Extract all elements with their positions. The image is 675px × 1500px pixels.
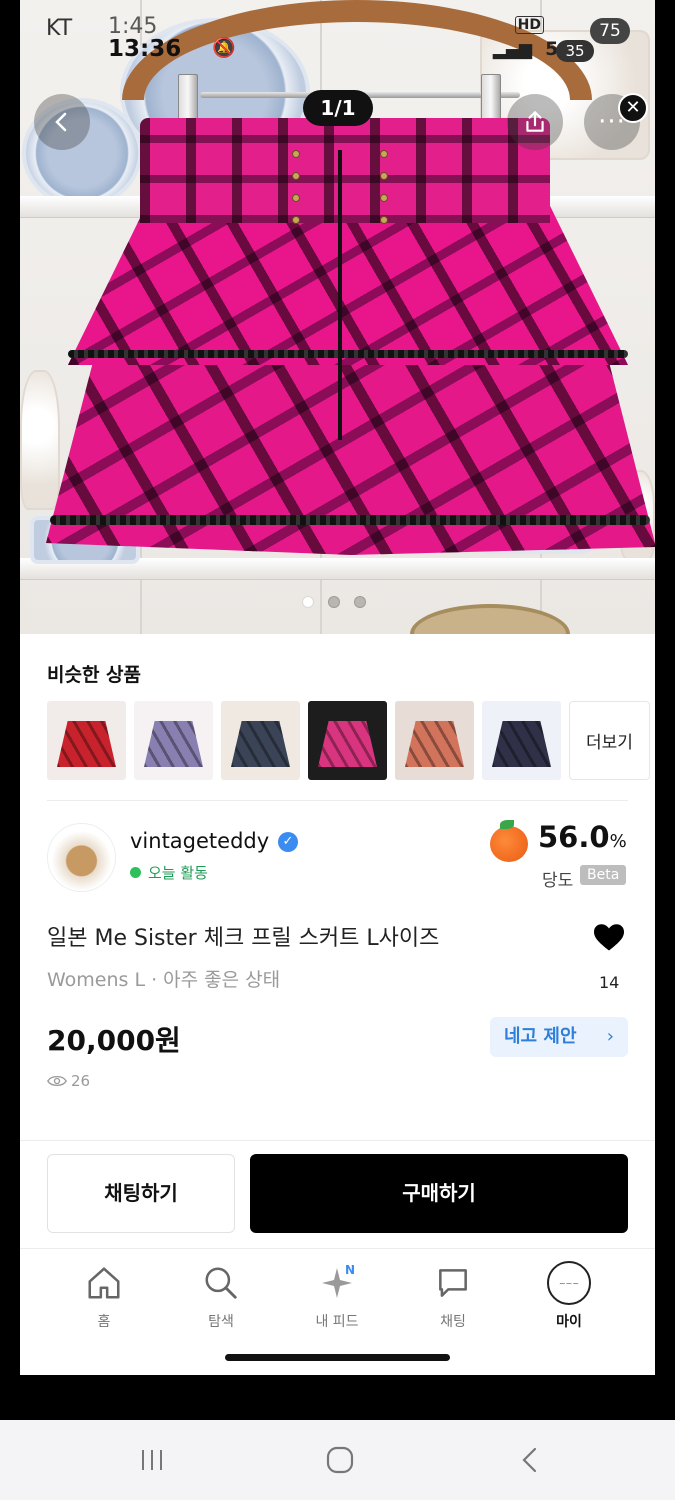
status-bar: KT 1:45 13:36 🔕 HD 5G ▂▄▆ 75 35 xyxy=(44,14,644,62)
view-count: 26 xyxy=(47,1072,90,1090)
skirt-bottom-tier xyxy=(46,355,655,555)
similar-products-list: 더보기 xyxy=(47,701,650,780)
seller-activity-label: 오늘 활동 xyxy=(148,864,208,882)
skirt-lace-tier xyxy=(68,350,628,358)
similar-product-thumb[interactable] xyxy=(308,701,387,780)
similar-products-title: 비슷한 상품 xyxy=(47,664,142,686)
grommet xyxy=(380,172,388,180)
skirt-waistband xyxy=(140,118,550,223)
product-image[interactable]: KT 1:45 13:36 🔕 HD 5G ▂▄▆ 75 35 1/1 ··· … xyxy=(20,0,655,634)
share-icon xyxy=(526,111,544,132)
recents-button[interactable] xyxy=(122,1440,182,1480)
mute-bell-icon: 🔕 xyxy=(212,37,236,59)
product-title: 일본 Me Sister 체크 프릴 스커트 L사이즈 xyxy=(47,926,440,951)
tab-chat-label: 채팅 xyxy=(440,1314,466,1330)
back-chevron-icon xyxy=(522,1447,537,1473)
grommet xyxy=(292,194,300,202)
decor-plate xyxy=(410,604,570,634)
image-pager-dots xyxy=(302,596,366,608)
grommet xyxy=(380,150,388,158)
tab-my-label: 마이 xyxy=(556,1314,582,1330)
product-detail-page: KT 1:45 13:36 🔕 HD 5G ▂▄▆ 75 35 1/1 ··· … xyxy=(20,0,655,1375)
recents-icon xyxy=(142,1450,162,1470)
seller-sweetness: 56.0% xyxy=(538,820,627,854)
tab-search-label: 탐색 xyxy=(208,1314,234,1330)
similar-more-button[interactable]: 더보기 xyxy=(569,701,650,780)
pager-dot[interactable] xyxy=(302,596,314,608)
search-icon xyxy=(205,1267,237,1299)
close-button[interactable]: ✕ xyxy=(618,93,648,123)
image-counter: 1/1 xyxy=(303,90,373,126)
buy-button[interactable]: 구매하기 xyxy=(250,1154,628,1233)
signal-icon: ▂▄▆ xyxy=(492,40,532,60)
chevron-right-icon: › xyxy=(606,1026,614,1047)
tab-feed-label: 내 피드 xyxy=(315,1314,359,1330)
grommet xyxy=(292,172,300,180)
online-dot-icon xyxy=(130,867,141,878)
similar-product-thumb[interactable] xyxy=(395,701,474,780)
chat-button[interactable]: 채팅하기 xyxy=(47,1154,235,1233)
similar-product-thumb[interactable] xyxy=(134,701,213,780)
grommet xyxy=(292,216,300,224)
heart-icon[interactable] xyxy=(591,919,627,955)
phone-screen: KT 1:45 13:36 🔕 HD 5G ▂▄▆ 75 35 1/1 ··· … xyxy=(0,0,675,1420)
battery-top-badge: 75 xyxy=(590,18,630,44)
similar-product-thumb[interactable] xyxy=(47,701,126,780)
view-count-value: 26 xyxy=(71,1072,91,1090)
seller-name[interactable]: vintageteddy xyxy=(130,829,269,853)
divider xyxy=(20,1140,655,1141)
sweetness-label: 당도 xyxy=(542,871,574,891)
home-icon xyxy=(88,1267,120,1299)
similar-product-thumb[interactable] xyxy=(482,701,561,780)
pager-dot[interactable] xyxy=(328,596,340,608)
skirt-lacing xyxy=(338,150,342,440)
tab-search[interactable]: 탐색 xyxy=(181,1261,261,1331)
skirt-top-tier xyxy=(68,205,628,365)
home-circle-icon xyxy=(326,1446,354,1474)
back-button[interactable] xyxy=(34,94,90,150)
divider xyxy=(47,800,628,801)
offer-label: 네고 제안 xyxy=(504,1026,577,1047)
tab-chat[interactable]: 채팅 xyxy=(413,1261,493,1331)
carrier-label: KT xyxy=(46,16,73,41)
make-offer-button[interactable]: 네고 제안 › xyxy=(490,1017,628,1057)
similar-product-thumb[interactable] xyxy=(221,701,300,780)
system-back-button[interactable] xyxy=(500,1440,560,1480)
orange-icon xyxy=(490,820,528,862)
android-navigation-bar xyxy=(0,1420,675,1500)
tab-home[interactable]: 홈 xyxy=(64,1261,144,1331)
share-button[interactable] xyxy=(507,94,563,150)
tab-feed[interactable]: N 내 피드 xyxy=(297,1261,377,1331)
grommet xyxy=(380,194,388,202)
chevron-left-icon xyxy=(55,112,67,132)
pager-dot[interactable] xyxy=(354,596,366,608)
product-price: 20,000원 xyxy=(47,1024,181,1057)
sweetness-unit: % xyxy=(609,831,627,852)
product-meta: Womens L · 아주 좋은 상태 xyxy=(47,969,281,991)
seller-avatar[interactable] xyxy=(47,823,116,892)
verified-badge-icon: ✓ xyxy=(278,832,298,852)
my-avatar: ~~~ xyxy=(547,1261,591,1305)
home-button[interactable] xyxy=(310,1440,370,1480)
seller-activity: 오늘 활동 xyxy=(130,862,208,883)
grommet xyxy=(380,216,388,224)
status-time: 13:36 xyxy=(108,36,182,62)
sweetness-value: 56.0 xyxy=(538,820,610,854)
tab-my[interactable]: ~~~ 마이 xyxy=(529,1261,609,1331)
decor-vase xyxy=(20,370,60,510)
chat-bubble-icon xyxy=(439,1269,467,1297)
grommet xyxy=(292,150,300,158)
battery-icon: 35 xyxy=(556,40,594,62)
beta-badge: Beta xyxy=(580,865,627,885)
eye-icon xyxy=(47,1075,67,1087)
feed-new-badge: N xyxy=(345,1263,356,1277)
home-indicator xyxy=(225,1354,450,1361)
skirt-lace-hem xyxy=(50,515,650,525)
tab-home-label: 홈 xyxy=(97,1314,111,1330)
hd-badge: HD xyxy=(514,16,544,34)
like-count: 14 xyxy=(599,973,620,992)
